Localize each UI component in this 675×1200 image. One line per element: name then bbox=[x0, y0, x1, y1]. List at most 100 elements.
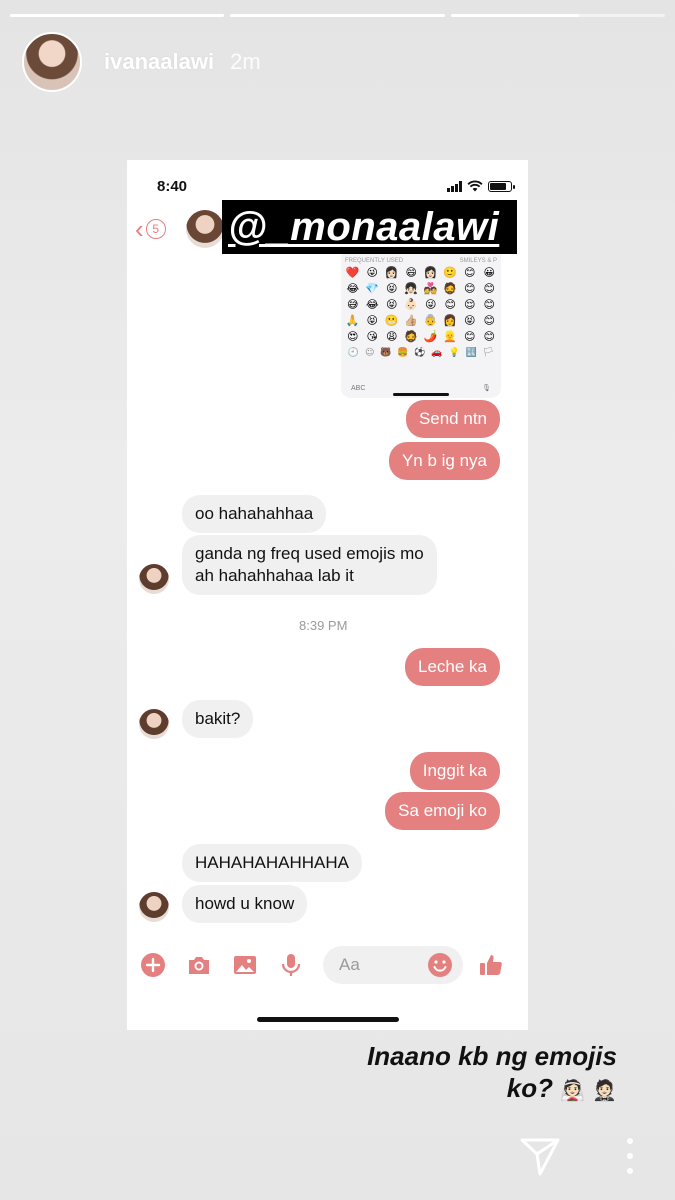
emoji-key: 🙏 bbox=[345, 314, 360, 327]
caption-line-2-text: ko? bbox=[506, 1073, 553, 1103]
story-caption: Inaano kb ng emojis ko? 👰🏻 🤵🏻 bbox=[367, 1040, 617, 1106]
message-timestamp: 8:39 PM bbox=[299, 618, 348, 633]
emoji-key: 🧔 bbox=[404, 330, 419, 343]
emoji-category-icon: 🏳 bbox=[482, 348, 495, 358]
emoji-category-bar: 🕘 ☺ 🐻 🍔 ⚽ 🚗 💡 🔣 🏳 bbox=[341, 344, 501, 362]
chat-avatar[interactable] bbox=[185, 210, 224, 248]
message-outgoing: Sa emoji ko bbox=[385, 792, 500, 830]
story-header: ivanaalawi 2m bbox=[22, 32, 261, 92]
send-icon[interactable] bbox=[518, 1134, 562, 1178]
message-incoming: oo hahahahhaa bbox=[182, 495, 327, 533]
story-time: 2m bbox=[230, 49, 261, 74]
emoji-key: ❤️ bbox=[345, 266, 360, 279]
emoji-key: 😊 bbox=[483, 298, 495, 311]
sender-avatar bbox=[139, 564, 169, 594]
caption-emojis: 👰🏻 🤵🏻 bbox=[560, 1078, 617, 1102]
plus-button[interactable] bbox=[139, 951, 167, 979]
message-incoming: HAHAHAHAHHAHA bbox=[182, 844, 362, 882]
message-incoming: ganda ng freq used emojis mo ah hahahhah… bbox=[182, 535, 437, 595]
voice-button[interactable] bbox=[277, 951, 305, 979]
emoji-key: 😊 bbox=[444, 298, 456, 311]
microphone-icon: 🎙 bbox=[482, 385, 491, 392]
progress-segment bbox=[450, 14, 665, 17]
emoji-key: 😊 bbox=[464, 266, 476, 279]
emoji-key: 😝 bbox=[366, 314, 378, 327]
gallery-button[interactable] bbox=[231, 951, 259, 979]
emoji-key: 💑 bbox=[423, 282, 438, 295]
status-bar: 8:40 bbox=[157, 176, 515, 196]
emoji-key: 😊 bbox=[464, 282, 476, 295]
emoji-key: 👧🏻 bbox=[404, 282, 419, 295]
keyboard-header: FREQUENTLY USED SMILEYS & P bbox=[341, 252, 501, 266]
emoji-key: 👩🏻 bbox=[423, 266, 438, 279]
status-time: 8:40 bbox=[157, 177, 188, 195]
home-indicator bbox=[257, 1017, 399, 1022]
emoji-key: 😊 bbox=[483, 314, 495, 327]
back-button[interactable]: ‹ 5 bbox=[135, 214, 166, 245]
battery-icon bbox=[488, 180, 515, 192]
plus-circle-icon bbox=[141, 953, 165, 977]
emoji-category-icon: ⚽ bbox=[414, 348, 426, 358]
emoji-key: 👶🏻 bbox=[404, 298, 419, 311]
emoji-keyboard-thumbnail: FREQUENTLY USED SMILEYS & P ❤️ 😜 👩🏻 😄 👩🏻 🙂 😊 😀 😂… bbox=[341, 252, 501, 398]
emoji-key: 😍 bbox=[347, 330, 359, 343]
message-input-placeholder: Aa bbox=[339, 955, 360, 974]
keyboard-bottom-row: ABC 🎙 bbox=[351, 384, 491, 393]
emoji-key: 👍🏼 bbox=[404, 314, 419, 327]
wifi-icon bbox=[467, 180, 483, 192]
emoji-key: 😜 bbox=[366, 266, 378, 279]
sender-avatar bbox=[139, 892, 169, 922]
caption-line-2: ko? 👰🏻 🤵🏻 bbox=[367, 1072, 617, 1106]
message-outgoing: Send ntn bbox=[405, 400, 500, 438]
microphone-icon bbox=[281, 954, 301, 976]
emoji-key: 👩 bbox=[443, 314, 458, 327]
emoji-key: 😊 bbox=[483, 330, 495, 343]
chevron-left-icon: ‹ bbox=[135, 213, 144, 244]
message-outgoing: Inggit ka bbox=[409, 752, 500, 790]
progress-segment bbox=[10, 14, 225, 17]
story-username[interactable]: ivanaalawi bbox=[104, 49, 214, 75]
emoji-category-icon: ☺ bbox=[364, 348, 375, 358]
story-progress bbox=[10, 14, 665, 17]
emoji-category-icon: 🔣 bbox=[465, 348, 477, 358]
emoji-key: 😀 bbox=[483, 266, 495, 279]
camera-button[interactable] bbox=[185, 951, 213, 979]
thumbs-up-icon bbox=[480, 955, 502, 975]
abc-key: ABC bbox=[351, 384, 366, 392]
emoji-key: 😩 bbox=[386, 330, 398, 343]
more-options-icon[interactable] bbox=[620, 1138, 640, 1174]
chat-header: ‹ 5 bbox=[135, 210, 224, 248]
emoji-key: 👩🏻 bbox=[384, 266, 399, 279]
emoji-key: 😂 bbox=[365, 298, 379, 311]
emoji-category-icon: 🕘 bbox=[347, 348, 360, 358]
emoji-key: 🌶️ bbox=[423, 330, 438, 343]
story-avatar[interactable] bbox=[22, 32, 82, 92]
message-incoming: howd u know bbox=[182, 885, 308, 923]
emoji-key: 😊 bbox=[483, 282, 495, 295]
keyboard-header-left: FREQUENTLY USED bbox=[345, 258, 404, 264]
like-button[interactable] bbox=[477, 951, 505, 979]
emoji-key: 😝 bbox=[464, 314, 476, 327]
camera-icon bbox=[189, 957, 209, 974]
mention-sticker[interactable]: @_monaalawi bbox=[222, 200, 518, 254]
progress-fill bbox=[10, 14, 225, 17]
mention-sticker-text: @_monaalawi bbox=[228, 204, 500, 249]
progress-fill bbox=[450, 14, 580, 17]
status-icons bbox=[447, 180, 515, 192]
emoji-key: 😌 bbox=[464, 298, 476, 311]
emoji-key: 😂 bbox=[346, 282, 360, 295]
emoji-key: 👵 bbox=[423, 314, 438, 327]
emoji-category-icon: 🚗 bbox=[431, 348, 443, 358]
caption-line-1: Inaano kb ng emojis bbox=[367, 1041, 617, 1071]
emoji-key: 😊 bbox=[464, 330, 476, 343]
progress-fill bbox=[230, 14, 445, 17]
emoji-key: 😅 bbox=[347, 298, 359, 311]
signal-icon bbox=[447, 180, 462, 192]
emoji-key: 😜 bbox=[425, 298, 437, 311]
message-input[interactable]: Aa bbox=[323, 946, 463, 984]
message-outgoing: Leche ka bbox=[405, 648, 500, 686]
emoji-key: 🧔 bbox=[443, 282, 458, 295]
emoji-icon[interactable] bbox=[427, 952, 453, 978]
message-composer: Aa bbox=[127, 940, 528, 990]
emoji-key: 😘 bbox=[366, 330, 378, 343]
